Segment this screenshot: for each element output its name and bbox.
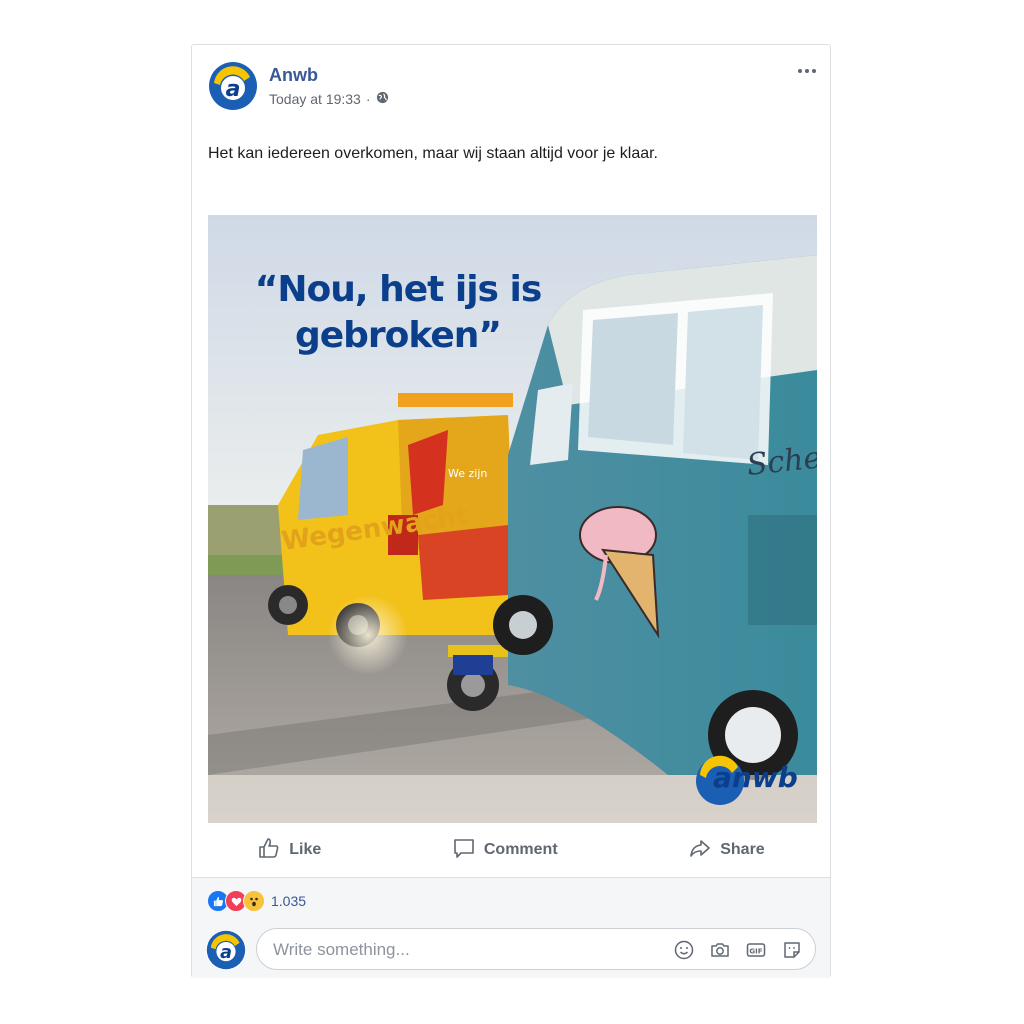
post-image[interactable]: Wegenwacht We zijn Schepijs anwb “Nou, h… — [208, 215, 817, 823]
like-label: Like — [289, 841, 322, 858]
svg-text:a: a — [226, 77, 241, 102]
svg-text:GIF: GIF — [749, 948, 762, 956]
van-slogan: We zijn — [448, 467, 487, 480]
sticker-icon[interactable] — [781, 939, 803, 961]
commenter-avatar: a — [206, 930, 246, 970]
post-footer: 1.035 a GIF — [192, 877, 830, 978]
anwb-logo-icon: a — [209, 62, 257, 110]
reaction-summary[interactable]: 1.035 — [207, 890, 306, 912]
quote-line-1: “Nou, het ijs is — [254, 269, 543, 310]
share-button[interactable]: Share — [676, 830, 776, 871]
meta-separator: · — [365, 91, 371, 107]
watermark-logo-text: anwb — [713, 761, 798, 794]
page-avatar[interactable]: a — [208, 61, 258, 111]
image-quote: “Nou, het ijs is gebroken” — [238, 267, 558, 359]
page-name[interactable]: Anwb — [269, 65, 318, 86]
comment-label: Comment — [483, 841, 558, 858]
post-text: Het kan iedereen overkomen, maar wij sta… — [208, 145, 658, 162]
share-label: Share — [720, 841, 765, 858]
camera-icon[interactable] — [709, 939, 731, 961]
emoji-icon[interactable] — [673, 939, 695, 961]
post-actions: Like Comment Share — [192, 823, 830, 877]
globe-icon — [376, 91, 389, 107]
comment-box: GIF — [256, 928, 816, 970]
share-arrow-icon — [688, 836, 712, 865]
thumbs-up-icon — [257, 836, 281, 865]
wow-icon — [243, 890, 265, 912]
post-card: a Anwb Today at 19:33 · Het kan iedereen… — [191, 44, 831, 978]
comment-icon — [452, 836, 476, 865]
like-button[interactable]: Like — [245, 830, 333, 871]
more-options-icon[interactable] — [796, 63, 818, 79]
post-meta: Today at 19:33 · — [269, 91, 389, 107]
gif-icon[interactable]: GIF — [745, 939, 767, 961]
comment-button[interactable]: Comment — [440, 830, 570, 871]
post-timestamp[interactable]: Today at 19:33 — [269, 91, 361, 107]
comment-input[interactable] — [271, 939, 655, 961]
svg-text:a: a — [220, 943, 232, 963]
anwb-logo-icon: a — [206, 930, 246, 970]
reaction-count[interactable]: 1.035 — [271, 893, 306, 909]
quote-line-2: gebroken” — [294, 315, 502, 356]
comment-tools: GIF — [673, 939, 803, 961]
